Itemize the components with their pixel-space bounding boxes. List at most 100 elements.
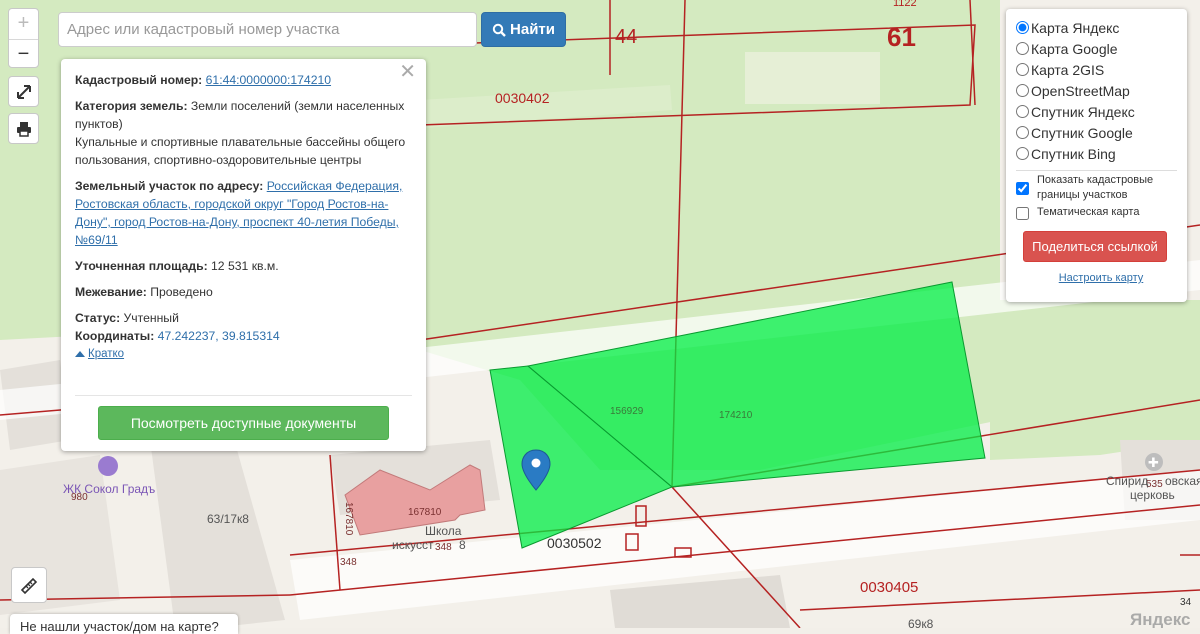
cadastral-link[interactable]: 61:44:0000000:174210 — [206, 73, 331, 87]
survey-label: Межевание: — [75, 285, 147, 299]
label-house-63: 63/17к8 — [207, 512, 249, 526]
ruler-button[interactable] — [11, 567, 47, 603]
printer-icon — [16, 121, 31, 137]
poi-icon[interactable] — [98, 456, 118, 476]
coords-value: 47.242237, 39.815314 — [157, 329, 280, 343]
zoom-control: + − — [8, 8, 39, 68]
layer-option[interactable]: Карта Яндекс — [1016, 17, 1187, 38]
layer-option[interactable]: Спутник Google — [1016, 122, 1187, 143]
label-quarter-0030402: 0030402 — [495, 90, 550, 106]
area-label: Уточненная площадь: — [75, 259, 208, 273]
layer-radio[interactable] — [1016, 63, 1029, 76]
share-link-button[interactable]: Поделиться ссылкой — [1023, 231, 1167, 262]
search-button[interactable]: Найти — [481, 12, 566, 47]
thematic-checkbox[interactable] — [1016, 207, 1029, 220]
cadastral-label: Кадастровый номер: — [75, 73, 203, 87]
park-area-right — [990, 300, 1200, 460]
print-button[interactable] — [8, 113, 39, 144]
show-borders-option[interactable]: Показать кадастровые границы участков — [1016, 174, 1187, 201]
poi-church-line1: Спирид — [1106, 474, 1148, 488]
not-found-panel[interactable]: Не нашли участок/дом на карте? — [10, 614, 238, 634]
zoom-out-button[interactable]: − — [9, 40, 38, 70]
layer-option[interactable]: Спутник Яндекс — [1016, 101, 1187, 122]
layer-option[interactable]: Карта 2GIS — [1016, 59, 1187, 80]
show-borders-checkbox[interactable] — [1016, 182, 1029, 195]
layers-divider — [1016, 170, 1177, 171]
view-documents-button[interactable]: Посмотреть доступные документы — [98, 406, 389, 440]
category-label: Категория земель: — [75, 99, 188, 113]
brief-link[interactable]: Кратко — [88, 345, 124, 363]
brief-toggle[interactable]: Кратко — [75, 345, 124, 363]
layer-option[interactable]: OpenStreetMap — [1016, 80, 1187, 101]
status-value: Учтенный — [123, 311, 179, 325]
popup-divider — [75, 395, 412, 396]
thematic-label: Тематическая карта — [1037, 206, 1140, 218]
layer-option-label: Спутник Bing — [1031, 145, 1116, 162]
survey-row: Межевание: Проведено — [75, 283, 412, 301]
search-input[interactable] — [58, 12, 477, 47]
layer-radio[interactable] — [1016, 105, 1029, 118]
zoom-in-button[interactable]: + — [9, 9, 38, 40]
label-quarter-0030502: 0030502 — [547, 535, 602, 551]
layer-radio[interactable] — [1016, 21, 1029, 34]
church-cross: ✚ — [1148, 456, 1159, 471]
coords-label: Координаты: — [75, 329, 155, 343]
coords-row: Координаты: 47.242237, 39.815314 — [75, 327, 412, 345]
usage-value: Купальные и спортивные плавательные басс… — [75, 135, 406, 167]
area-row: Уточненная площадь: 12 531 кв.м. — [75, 257, 412, 275]
layer-options: Карта Яндекс Карта Google Карта 2GIS OpenSt… — [1016, 17, 1187, 164]
layer-radio[interactable] — [1016, 42, 1029, 55]
poi-school-line2: искусст — [392, 538, 434, 552]
search-icon — [492, 23, 506, 37]
label-house-69: 69к8 — [908, 617, 934, 628]
yandex-logo: Яндекс — [1130, 610, 1190, 628]
cadastral-row: Кадастровый номер: 61:44:0000000:174210 — [75, 71, 412, 89]
layer-option-label: Карта Google — [1031, 40, 1118, 57]
area-value: 12 531 кв.м. — [211, 259, 279, 273]
layer-option-label: Карта 2GIS — [1031, 61, 1105, 78]
ruler-icon — [20, 577, 38, 595]
layer-option-label: Спутник Яндекс — [1031, 103, 1135, 120]
map-layers-panel: Карта Яндекс Карта Google Карта 2GIS OpenSt… — [1006, 9, 1187, 302]
layer-option-label: Карта Яндекс — [1031, 19, 1120, 36]
poi-school-line1: Школа — [425, 524, 462, 538]
address-row: Земельный участок по адресу: Российская … — [75, 177, 412, 249]
label-parcel-174210: 174210 — [719, 410, 753, 421]
label-348-right: 348 — [435, 542, 452, 553]
show-borders-label: Показать кадастровые границы участков — [1037, 173, 1154, 201]
configure-map-link[interactable]: Настроить карту — [1016, 272, 1186, 284]
park-block — [745, 52, 880, 104]
close-icon[interactable]: ✕ — [399, 62, 416, 82]
layer-option[interactable]: Карта Google — [1016, 38, 1187, 59]
label-quarter-0030405: 0030405 — [860, 579, 918, 596]
label-34: 34 — [1180, 597, 1192, 608]
status-row: Статус: Учтенный — [75, 309, 412, 327]
layer-radio[interactable] — [1016, 126, 1029, 139]
survey-value: Проведено — [150, 285, 213, 299]
parcel-info-popup: ✕ Кадастровый номер: 61:44:0000000:17421… — [61, 59, 426, 451]
label-348-left: 348 — [340, 557, 357, 568]
fullscreen-button[interactable] — [8, 76, 39, 107]
caret-up-icon — [75, 351, 85, 357]
search-button-label: Найти — [510, 21, 555, 38]
category-row: Категория земель: Земли поселений (земли… — [75, 97, 412, 169]
poi-church-line3: церковь — [1130, 488, 1175, 502]
status-label: Статус: — [75, 311, 121, 325]
not-found-text[interactable]: Не нашли участок/дом на карте? — [20, 619, 219, 634]
label-1122: 1122 — [893, 0, 917, 9]
layer-radio[interactable] — [1016, 84, 1029, 97]
poi-sokol-grad[interactable]: ЖК Сокол Градъ — [63, 482, 156, 496]
layer-option[interactable]: Спутник Bing — [1016, 143, 1187, 164]
layer-option-label: Спутник Google — [1031, 124, 1133, 141]
label-block-61: 61 — [887, 22, 916, 52]
layer-radio[interactable] — [1016, 147, 1029, 160]
poi-school-line3: 8 — [459, 538, 466, 552]
label-parcel-167810: 167810 — [408, 507, 442, 518]
poi-church-line2: овская — [1165, 474, 1200, 488]
layer-option-label: OpenStreetMap — [1031, 82, 1130, 99]
label-parcel-156929: 156929 — [610, 406, 644, 417]
label-parcel-167810-vertical: 167810 — [343, 502, 354, 536]
address-label: Земельный участок по адресу: — [75, 179, 264, 193]
expand-icon — [16, 84, 31, 99]
thematic-option[interactable]: Тематическая карта — [1016, 202, 1187, 223]
